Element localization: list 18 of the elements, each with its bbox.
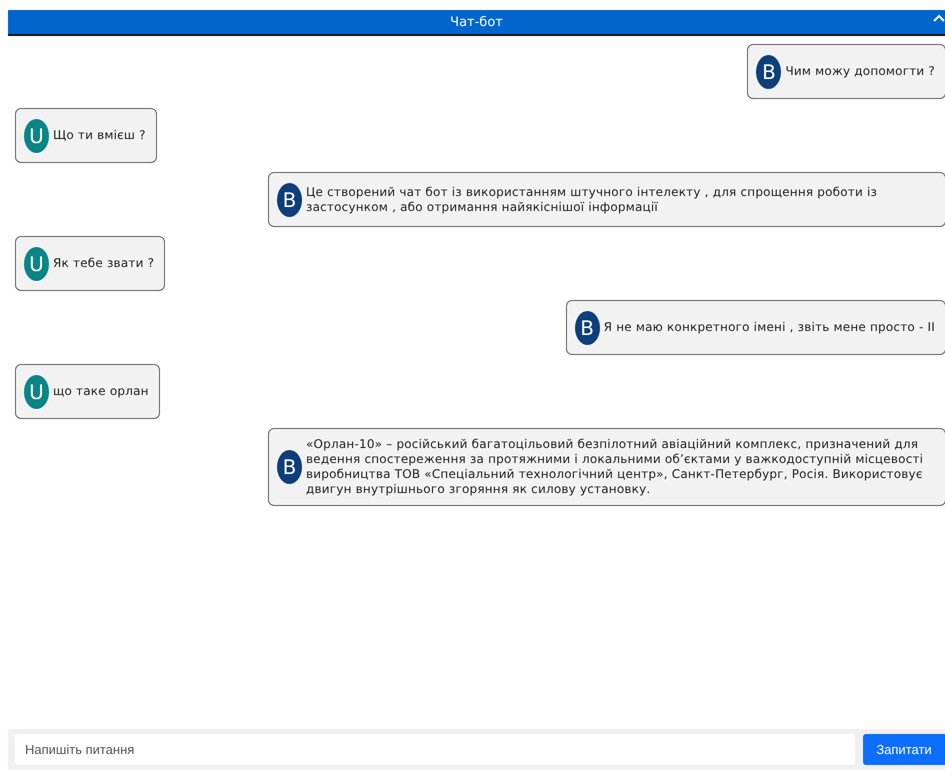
bot-avatar: B	[574, 310, 600, 344]
message-text: «Орлан-10» – російський багатоцільовий безпілотний авіаційний комплекс, призначений для ведення спостереження за протяжними і локальними об’єктами у важкодоступній місцевості виробництва ТОВ «Спеціальний технологічний центр», Санкт-Петербург, Росія. Використовує двигун внутрішнього згоряння як силову установку.	[306, 437, 924, 497]
user-avatar: U	[24, 246, 49, 280]
bot-avatar: B	[277, 450, 302, 484]
message-text: Чим можу допомогти ?	[785, 64, 935, 79]
user-avatar: U	[24, 118, 49, 152]
message-text: Це створений чат бот із використанням штучного інтелекту , для спрощення роботи із застосунком , або отримання найякіснішої інформації	[306, 184, 878, 214]
ask-button[interactable]: Запитати	[863, 734, 945, 765]
user-avatar: U	[24, 374, 49, 408]
caret-icon[interactable]	[933, 14, 945, 22]
window-title: Чат-бот	[450, 14, 503, 30]
bot-avatar: B	[277, 182, 302, 216]
bot-avatar: B	[756, 54, 782, 88]
message-text: Як тебе звати ?	[53, 256, 154, 271]
message-text: що таке орлан	[53, 384, 149, 399]
message-text: Що ти вмієш ?	[53, 128, 146, 143]
message-text: Я не маю конкретного імені , звіть мене просто - ІІ	[604, 320, 935, 335]
question-input[interactable]: Напишіть питання	[15, 734, 855, 765]
